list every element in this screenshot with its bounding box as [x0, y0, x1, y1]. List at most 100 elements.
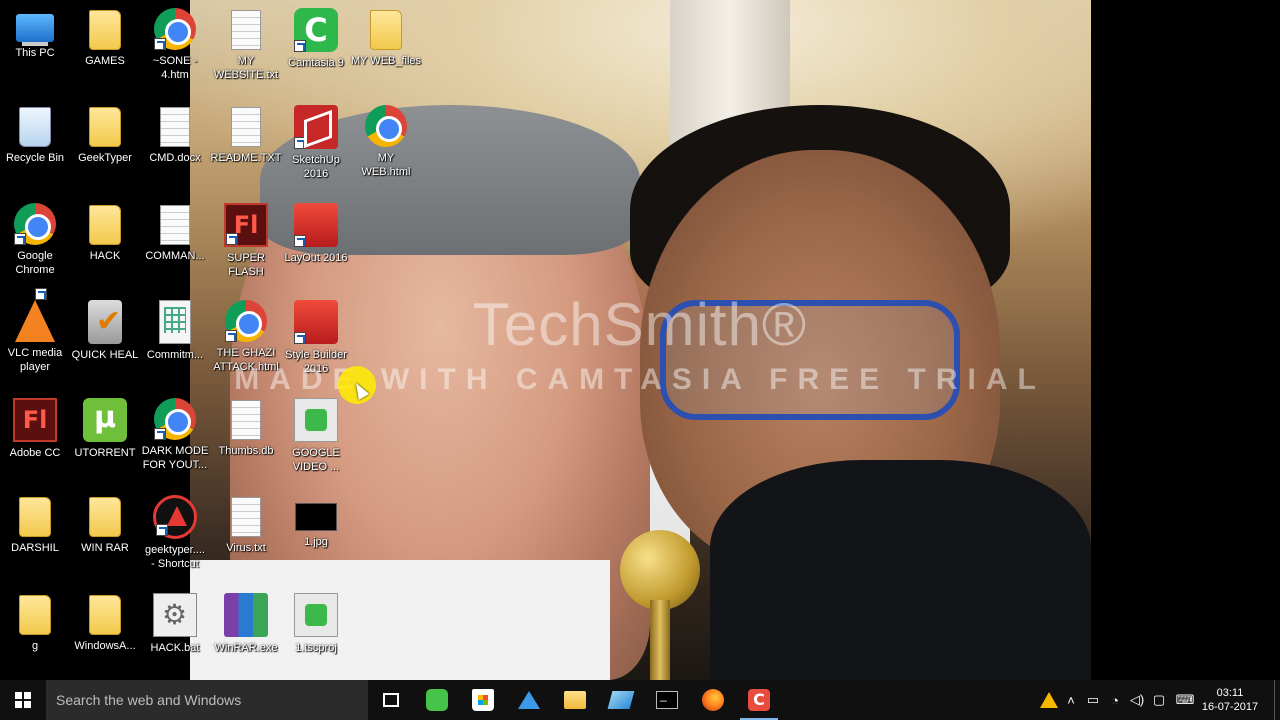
desktop-icon-label: 1.tscproj — [295, 642, 337, 654]
desktop-icon-label: MY WEB_files — [350, 55, 422, 67]
utorrent-icon — [83, 398, 127, 442]
taskbar: Search the web and Windows ˄ ▭ ◔ ◁) ▢ ⌨ … — [0, 680, 1280, 720]
desktop-icon-cmd-docx[interactable]: CMD.docx — [140, 97, 210, 193]
desktop-icon-label: UTORRENT — [74, 447, 136, 459]
shortcut-arrow-icon — [154, 38, 166, 50]
paint-icon — [607, 691, 635, 709]
desktop-icon-camtasia9[interactable]: Camtasia 9 — [281, 0, 351, 96]
folder-icon — [89, 595, 121, 635]
style-builder-icon — [294, 300, 338, 344]
taskbar-search-box[interactable]: Search the web and Windows — [46, 680, 368, 720]
folder-icon — [19, 497, 51, 537]
desktop-icon-my-web-files[interactable]: MY WEB_files — [351, 0, 421, 96]
desktop-icon-label: GAMES — [85, 55, 125, 67]
desktop-icon-adobe-cc[interactable]: Adobe CC — [0, 390, 70, 486]
desktop-icon-label: HACK — [89, 250, 121, 262]
taskbar-camtasia-button[interactable] — [736, 680, 782, 720]
desktop-icon-sketchup[interactable]: SketchUp 2016 — [281, 97, 351, 193]
chrome-icon — [14, 203, 56, 245]
desktop-icon-label: VLC media player — [7, 347, 63, 373]
desktop-icon-recycle-bin[interactable]: Recycle Bin — [0, 97, 70, 193]
windows-logo-icon — [15, 692, 31, 708]
chevron-up-icon[interactable]: ˄ — [1060, 680, 1082, 720]
text-file-icon — [231, 10, 261, 50]
desktop-icon-windowsa[interactable]: WindowsA... — [70, 585, 140, 680]
desktop-icon-hack[interactable]: HACK — [70, 195, 140, 291]
desktop-icon-tscproj[interactable]: 1.tscproj — [281, 585, 351, 680]
system-tray: ˄ ▭ ◔ ◁) ▢ ⌨ 03:11 16-07-2017 — [1038, 680, 1280, 720]
desktop-icon-google-chrome[interactable]: Google Chrome — [0, 195, 70, 291]
desktop-icon-winrar-folder[interactable]: WIN RAR — [70, 487, 140, 583]
spreadsheet-icon — [159, 300, 191, 344]
warning-icon[interactable] — [1038, 680, 1060, 720]
volume-icon[interactable]: ◁) — [1126, 680, 1148, 720]
desktop-icon-google-video[interactable]: GOOGLE VIDEO ... — [281, 390, 351, 486]
desktop-icon-geektyper-shortcut[interactable]: geektyper.... - Shortcut — [140, 487, 210, 583]
shortcut-arrow-icon — [294, 40, 306, 52]
desktop-icon-thumbs[interactable]: Thumbs.db — [211, 390, 281, 486]
desktop-icon-geektyper[interactable]: GeekTyper — [70, 97, 140, 193]
desktop-icon-label: g — [31, 640, 39, 652]
taskbar-clock[interactable]: 03:11 16-07-2017 — [1200, 686, 1260, 714]
desktop-icon-super-flash[interactable]: SUPER FLASH — [211, 195, 281, 291]
show-desktop-button[interactable] — [1274, 680, 1280, 720]
shortcut-arrow-icon — [154, 428, 166, 440]
word-doc-icon — [160, 107, 190, 147]
recycle-bin-icon — [19, 107, 51, 147]
taskbar-task-view-button[interactable] — [368, 680, 414, 720]
desktop-icon-my-website[interactable]: MY WEBSITE.txt — [211, 0, 281, 96]
action-center-icon[interactable]: ▢ — [1148, 680, 1170, 720]
desktop-icon-label: 1.jpg — [304, 536, 328, 548]
desktop-icon-label: README.TXT — [210, 152, 282, 164]
taskbar-dropbox-button[interactable] — [506, 680, 552, 720]
desktop-icon-sone[interactable]: ~SONE - 4.htm — [140, 0, 210, 96]
desktop-icon-hack-bat[interactable]: HACK.bat — [140, 585, 210, 680]
desktop-icon-virus[interactable]: Virus.txt — [211, 487, 281, 583]
battery-icon[interactable]: ▭ — [1082, 680, 1104, 720]
desktop-icon-label: Commitm... — [146, 349, 204, 361]
evernote-icon — [426, 689, 448, 711]
desktop-icon-readme[interactable]: README.TXT — [211, 97, 281, 193]
wifi-icon[interactable]: ◔ — [1104, 680, 1126, 720]
desktop-icon-layout[interactable]: LayOut 2016 — [281, 195, 351, 291]
shortcut-arrow-icon — [294, 235, 306, 247]
desktop-icon-one-jpg[interactable]: 1.jpg — [281, 487, 351, 583]
start-button[interactable] — [0, 680, 46, 720]
taskbar-store-button[interactable] — [460, 680, 506, 720]
desktop-icon-winrar-exe[interactable]: WinRAR.exe — [211, 585, 281, 680]
desktop-icon-quick-heal[interactable]: QUICK HEAL — [70, 292, 140, 388]
desktop-icon-command[interactable]: COMMAN... — [140, 195, 210, 291]
desktop-icon-utorrent[interactable]: UTORRENT — [70, 390, 140, 486]
notifications-button[interactable] — [1260, 680, 1274, 720]
desktop[interactable]: This PC GAMES ~SONE - 4.htm MY WEBSITE.txt C… — [0, 0, 1280, 680]
taskbar-file-explorer-button[interactable] — [552, 680, 598, 720]
camtasia-project-icon — [294, 593, 338, 637]
desktop-icon-games[interactable]: GAMES — [70, 0, 140, 96]
desktop-icon-label: geektyper.... - Shortcut — [145, 544, 205, 570]
desktop-icon-darshil[interactable]: DARSHIL — [0, 487, 70, 583]
desktop-icon-label: MY WEBSITE.txt — [213, 55, 279, 81]
shortcut-arrow-icon — [14, 233, 26, 245]
desktop-icon-label: ~SONE - 4.htm — [152, 55, 198, 81]
keyboard-icon[interactable]: ⌨ — [1170, 680, 1200, 720]
desktop-icon-label: GOOGLE VIDEO ... — [292, 447, 340, 473]
desktop-icon-vlc[interactable]: VLC media player — [0, 288, 70, 388]
taskbar-firefox-button[interactable] — [690, 680, 736, 720]
desktop-icon-my-web-html[interactable]: MY WEB.html — [351, 97, 421, 193]
flash-icon — [224, 203, 268, 247]
flash-icon — [13, 398, 57, 442]
taskbar-command-prompt-button[interactable] — [644, 680, 690, 720]
desktop-icon-this-pc[interactable]: This PC — [0, 0, 70, 96]
desktop-icon-dark-mode[interactable]: DARK MODE FOR YOUT... — [140, 390, 210, 486]
desktop-icon-commitment[interactable]: Commitm... — [140, 292, 210, 388]
desktop-icon-g[interactable]: g — [0, 585, 70, 680]
taskbar-evernote-button[interactable] — [414, 680, 460, 720]
clock-time: 03:11 — [1216, 687, 1244, 699]
desktop-icon-label: WindowsA... — [74, 640, 136, 652]
shortcut-arrow-icon — [226, 233, 238, 245]
taskbar-paint-button[interactable] — [598, 680, 644, 720]
clock-date: 16-07-2017 — [1201, 701, 1259, 713]
desktop-icon-label: DARSHIL — [11, 542, 59, 554]
desktop-icon-ghazi[interactable]: THE GHAZI ATTACK.html — [211, 292, 281, 388]
image-file-icon — [295, 503, 337, 531]
